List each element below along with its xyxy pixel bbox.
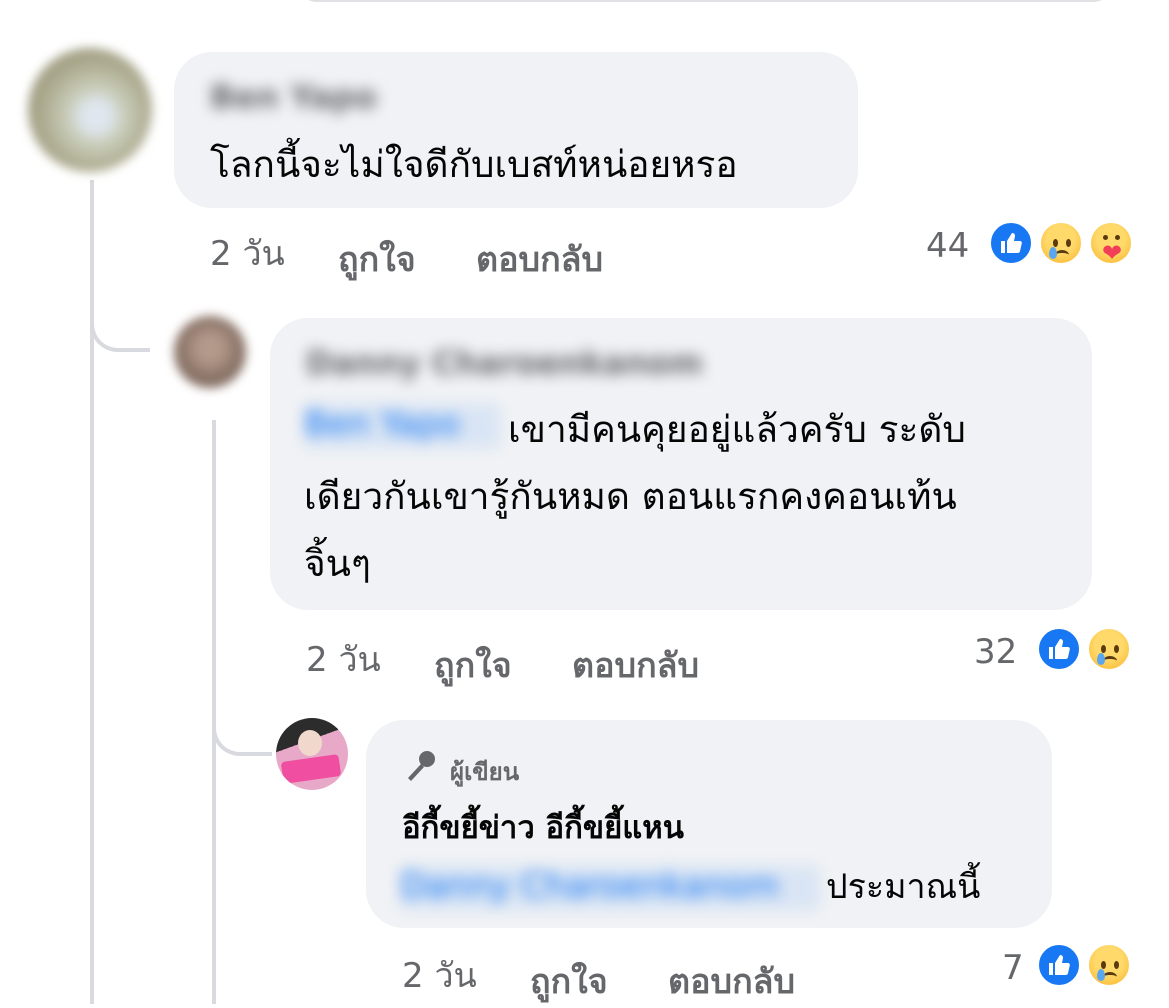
comment-text: โลกนี้จะไม่ใจดีกับเบสท์หน่อยหรอ xyxy=(210,143,738,186)
mention-tag[interactable]: Danny Charoenkanom xyxy=(400,866,820,910)
comment-timestamp[interactable]: 2 วัน xyxy=(306,632,381,686)
comment-timestamp[interactable]: 2 วัน xyxy=(402,948,477,1002)
sad-icon xyxy=(1086,942,1132,988)
thread-connector-reply-2 xyxy=(212,700,272,756)
sad-icon xyxy=(1086,626,1132,672)
previous-comment-border xyxy=(300,0,1110,2)
comment-author-name[interactable]: Ben Yapo xyxy=(210,78,377,116)
like-icon xyxy=(1036,942,1082,988)
comment-text-line-1: อีกี้ขยี้ข่าว อีกี้ขยี้แหน xyxy=(402,810,684,846)
comment-timestamp[interactable]: 2 วัน xyxy=(210,226,285,280)
like-link[interactable]: ถูกใจ xyxy=(338,232,416,286)
care-icon: ❤ xyxy=(1088,220,1134,266)
reaction-count[interactable]: 7 xyxy=(1002,948,1024,988)
like-icon xyxy=(1036,626,1082,672)
reaction-count[interactable]: 32 xyxy=(974,632,1017,672)
like-icon xyxy=(988,220,1034,266)
reply-link[interactable]: ตอบกลับ xyxy=(668,954,795,1008)
like-link[interactable]: ถูกใจ xyxy=(434,638,512,692)
reaction-count[interactable]: 44 xyxy=(926,226,969,266)
comment-text-line-2: ประมาณนี้ xyxy=(826,867,981,907)
like-link[interactable]: ถูกใจ xyxy=(530,954,608,1008)
reply-link[interactable]: ตอบกลับ xyxy=(572,638,699,692)
comment-text-line-1: เขามีคนคุยอยู่แล้วครับ ระดับ xyxy=(508,408,966,451)
microphone-icon xyxy=(408,751,435,781)
comment-text-line-2: เดียวกันเขารู้กันหมด ตอนแรกคงคอนเท้น xyxy=(304,475,957,518)
comment-author-name[interactable]: Danny Charoenkanom xyxy=(306,344,703,382)
mention-tag[interactable]: Ben Yapo xyxy=(304,404,500,448)
author-badge-label: ผู้เขียน xyxy=(450,758,520,786)
author-avatar[interactable] xyxy=(276,718,348,790)
reply-link[interactable]: ตอบกลับ xyxy=(476,232,603,286)
thread-connector-reply-1 xyxy=(90,300,150,352)
sad-icon xyxy=(1038,220,1084,266)
avatar[interactable] xyxy=(174,316,246,388)
comment-text-line-3: จิ้นๆ xyxy=(304,542,371,585)
avatar[interactable] xyxy=(28,48,152,172)
